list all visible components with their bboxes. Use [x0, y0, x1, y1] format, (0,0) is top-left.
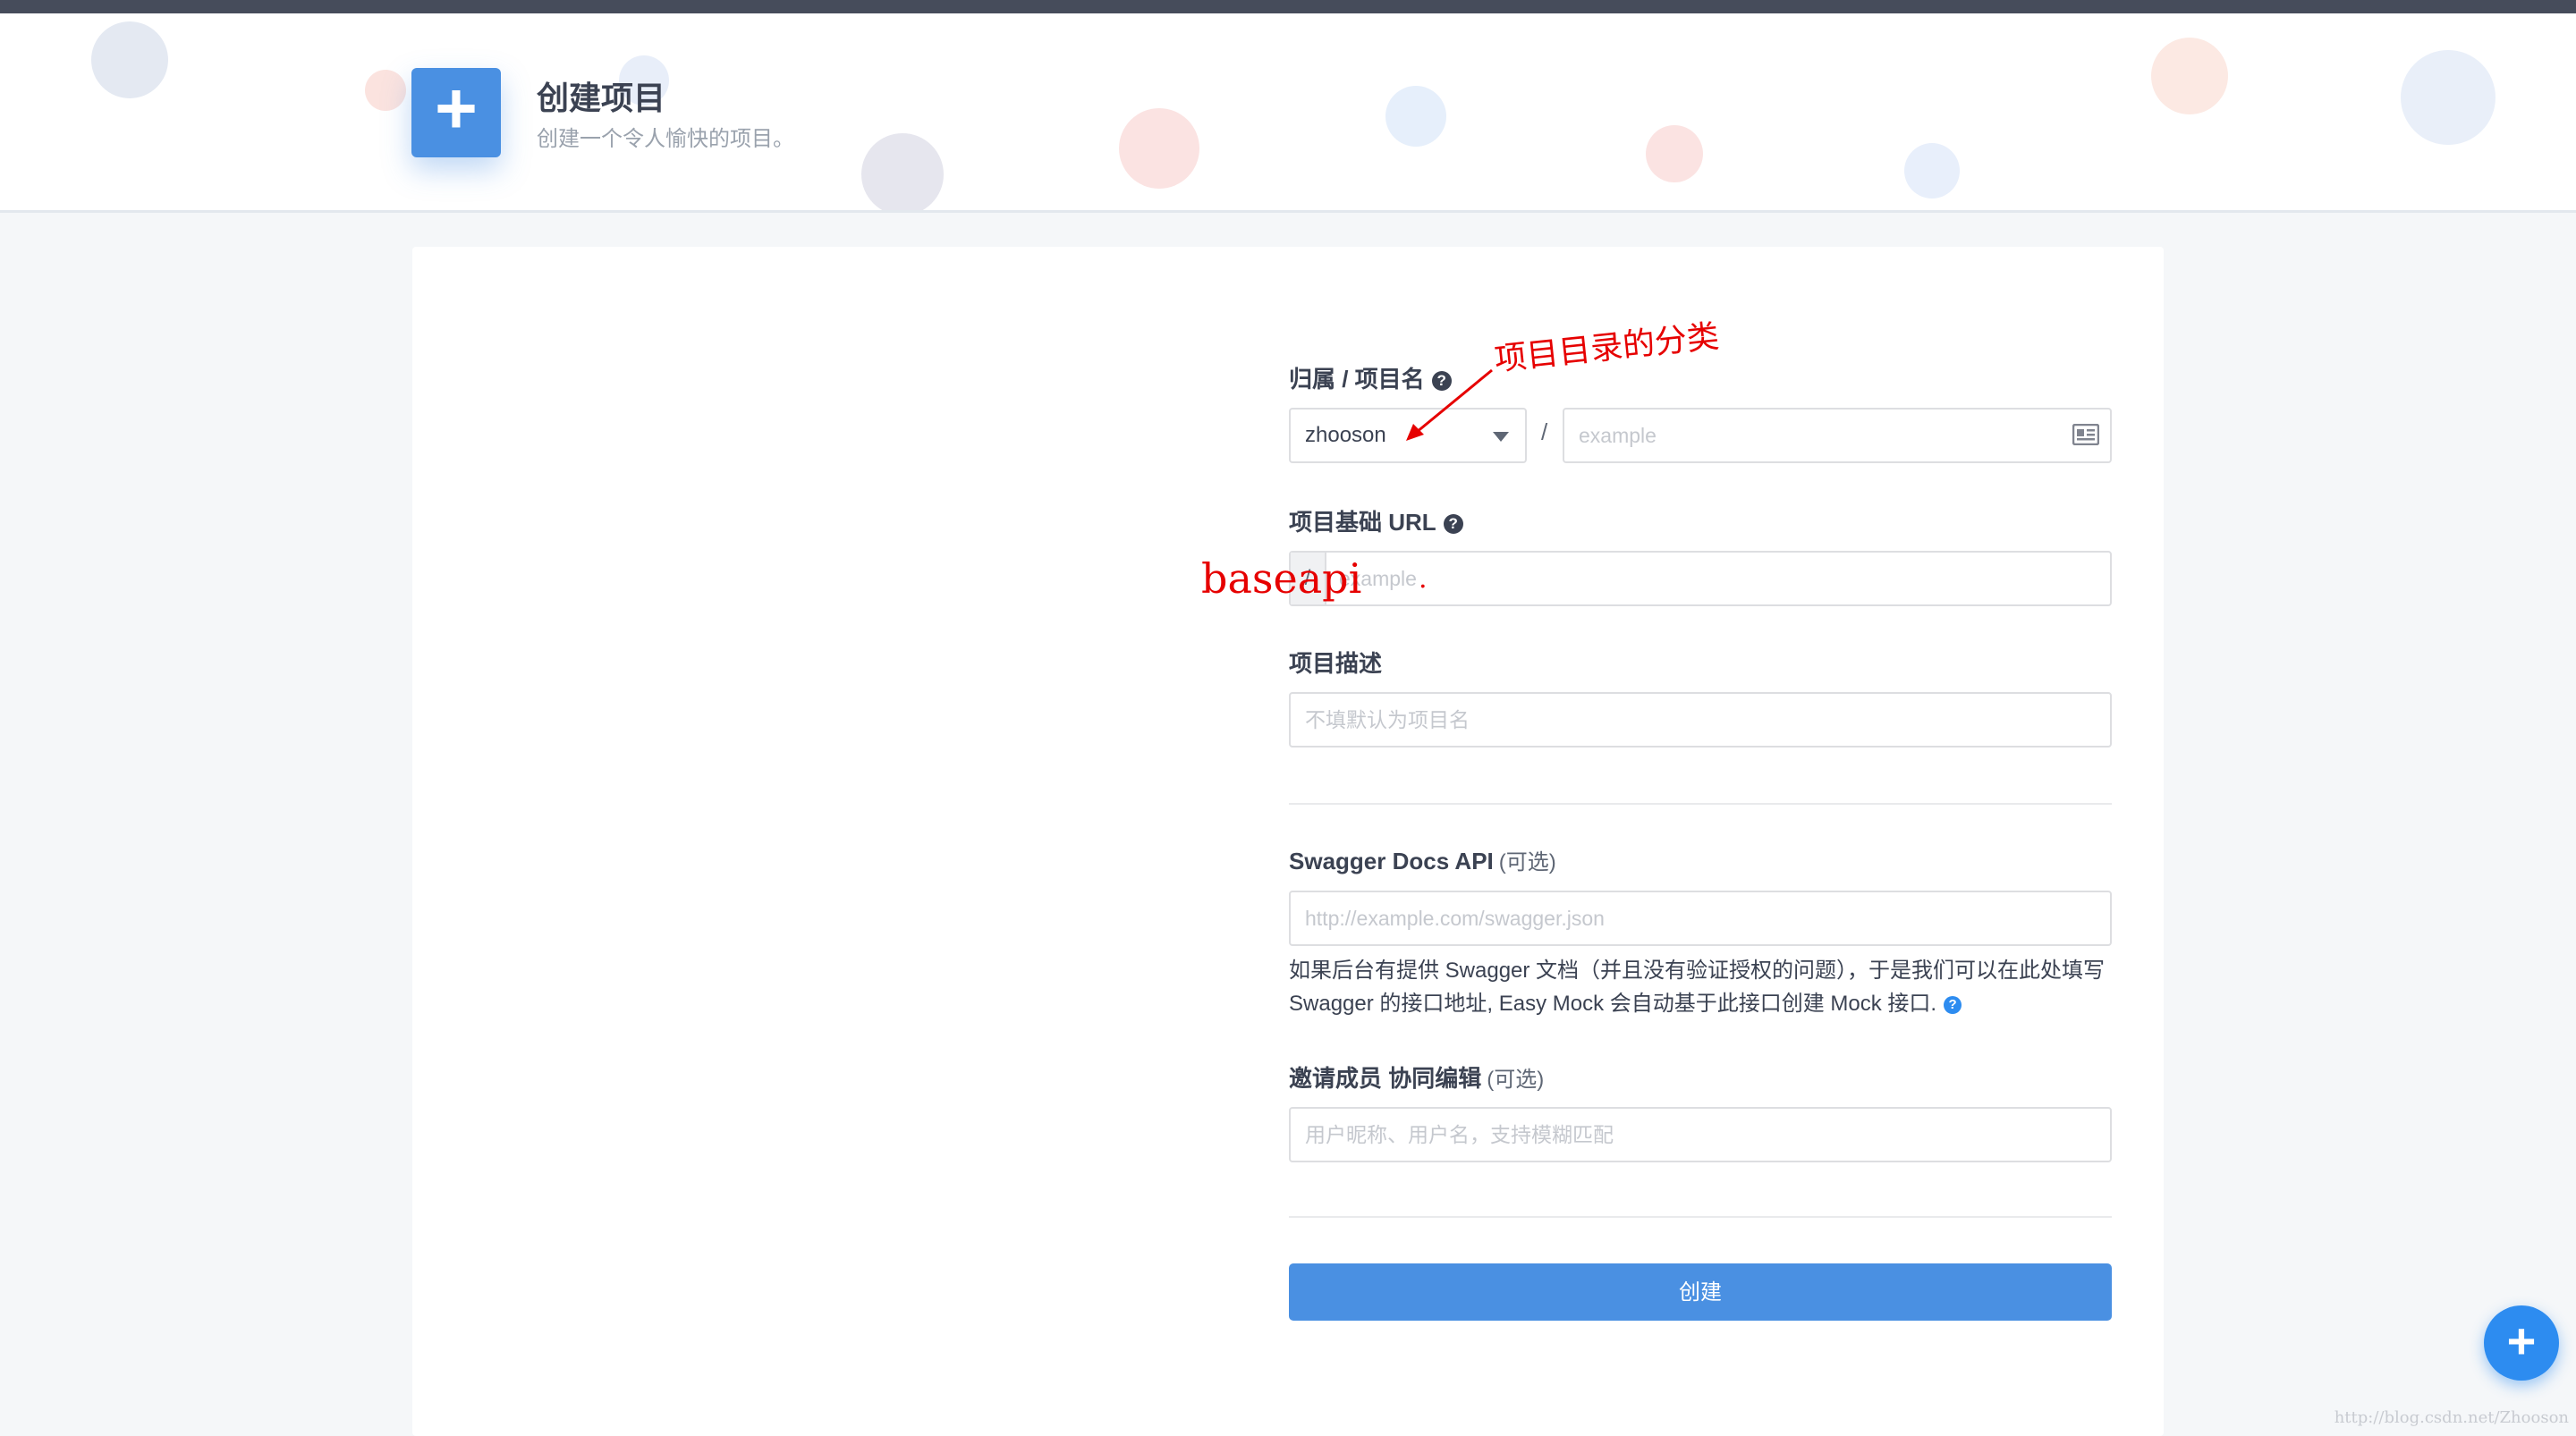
- swagger-help-text: 如果后台有提供 Swagger 文档（并且没有验证授权的问题），于是我们可以在此…: [1289, 954, 2112, 1020]
- decor-bubble: [2151, 38, 2228, 114]
- decor-bubble: [861, 133, 944, 210]
- plus-icon: +: [411, 68, 501, 157]
- owner-select-value: zhooson: [1305, 423, 1386, 447]
- decor-bubble: [1904, 143, 1960, 199]
- decor-bubble: [2401, 50, 2496, 145]
- description-label-text: 项目描述: [1289, 650, 1383, 677]
- annotation-arrow: [1406, 368, 1493, 441]
- page-subtitle: 创建一个令人愉快的项目。: [537, 127, 794, 151]
- help-icon[interactable]: ?: [1443, 514, 1463, 534]
- decor-bubble: [1385, 86, 1446, 147]
- optional-tag: (可选): [1487, 1068, 1545, 1092]
- baseapi-annotation: baseapi: [1201, 554, 1362, 603]
- swagger-url-placeholder: http://example.com/swagger.json: [1305, 907, 1605, 930]
- decor-bubble: [1646, 125, 1703, 182]
- annotation-dot: .: [1419, 563, 1428, 595]
- help-icon[interactable]: ?: [1944, 996, 1962, 1014]
- divider: [1289, 803, 2112, 805]
- divider: [1289, 1216, 2112, 1218]
- page-header: + 创建项目 创建一个令人愉快的项目。: [0, 13, 2576, 213]
- create-project-card: 归属 / 项目名? zhooson / example 项目基础 URL? / …: [412, 247, 2164, 1436]
- members-label-text: 邀请成员 协同编辑: [1289, 1065, 1482, 1092]
- watermark: http://blog.csdn.net/Zhooson: [2334, 1408, 2569, 1427]
- base-url-label: 项目基础 URL?: [1289, 504, 1463, 537]
- decor-bubble: [1119, 108, 1199, 189]
- optional-tag: (可选): [1498, 850, 1556, 874]
- swagger-url-input[interactable]: http://example.com/swagger.json: [1289, 891, 2112, 946]
- members-input[interactable]: 用户昵称、用户名，支持模糊匹配: [1289, 1107, 2112, 1162]
- base-url-input[interactable]: / example: [1289, 551, 2112, 606]
- decor-bubble: [365, 70, 406, 111]
- swagger-label: Swagger Docs API (可选): [1289, 844, 1556, 875]
- path-separator: /: [1541, 418, 1548, 445]
- members-placeholder: 用户昵称、用户名，支持模糊匹配: [1305, 1123, 1614, 1146]
- base-url-label-text: 项目基础 URL: [1289, 509, 1436, 536]
- swagger-help-line: Swagger 的接口地址, Easy Mock 会自动基于此接口创建 Mock…: [1289, 992, 1937, 1016]
- swagger-label-text: Swagger Docs API: [1289, 848, 1494, 874]
- description-label: 项目描述: [1289, 646, 1382, 679]
- project-name-placeholder: example: [1579, 424, 1657, 447]
- create-button[interactable]: 创建: [1289, 1263, 2112, 1321]
- swagger-help-line: 如果后台有提供 Swagger 文档（并且没有验证授权的问题），于是我们可以在此…: [1289, 959, 2106, 983]
- members-label: 邀请成员 协同编辑 (可选): [1289, 1060, 1544, 1094]
- project-name-input[interactable]: example: [1563, 408, 2112, 463]
- add-project-fab[interactable]: +: [2484, 1305, 2559, 1381]
- page-title: 创建项目: [537, 80, 666, 116]
- id-card-icon: [2072, 424, 2099, 445]
- decor-bubble: [91, 21, 168, 98]
- description-input[interactable]: 不填默认为项目名: [1289, 692, 2112, 748]
- top-bar: [0, 0, 2576, 13]
- description-placeholder: 不填默认为项目名: [1305, 708, 1470, 731]
